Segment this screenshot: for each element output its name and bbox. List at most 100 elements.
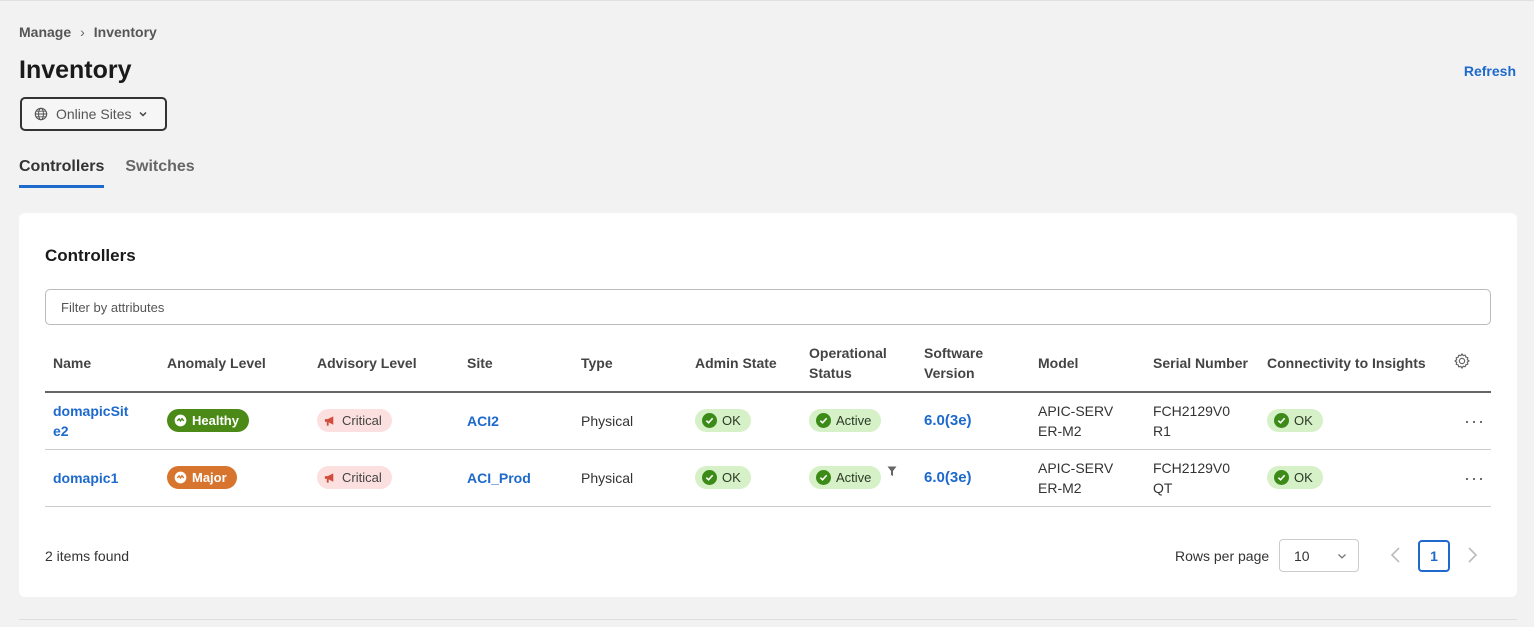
operational-status-cell: Active xyxy=(801,392,916,450)
previous-page-icon[interactable] xyxy=(1389,546,1403,564)
operational-status-label: Active xyxy=(836,412,872,428)
page-title: Inventory xyxy=(19,56,132,84)
advisory-badge-critical: Critical xyxy=(317,409,392,433)
col-anomaly-level[interactable]: Anomaly Level xyxy=(159,335,309,393)
operational-status-badge: Active xyxy=(809,409,882,433)
anomaly-badge-healthy: Healthy xyxy=(167,409,249,433)
chevron-down-icon xyxy=(1338,554,1346,559)
megaphone-icon xyxy=(324,472,334,483)
breadcrumb: Manage › Inventory xyxy=(19,24,157,40)
card-title: Controllers xyxy=(45,246,136,265)
col-advisory-level[interactable]: Advisory Level xyxy=(309,335,459,393)
controller-name-link[interactable]: domapicSit e2 xyxy=(45,392,159,450)
serial-line2: QT xyxy=(1153,479,1173,496)
model-line2: ER-M2 xyxy=(1038,479,1082,496)
col-connectivity[interactable]: Connectivity to Insights xyxy=(1259,335,1439,393)
advisory-cell: Critical xyxy=(309,392,459,450)
check-circle-icon xyxy=(1274,413,1289,429)
connectivity-badge: OK xyxy=(1267,466,1323,489)
site-link[interactable]: ACI_Prod xyxy=(459,449,573,507)
model-line2: ER-M2 xyxy=(1038,422,1082,439)
admin-state-label: OK xyxy=(722,469,741,485)
items-found-count: 2 items found xyxy=(45,548,130,564)
type-cell: Physical xyxy=(573,392,687,450)
col-admin-state[interactable]: Admin State xyxy=(687,335,801,393)
col-model[interactable]: Model xyxy=(1030,335,1145,393)
name-line1: domapicSit xyxy=(53,402,129,419)
tab-controllers[interactable]: Controllers xyxy=(19,158,105,188)
admin-state-badge: OK xyxy=(695,409,751,433)
check-circle-icon xyxy=(1274,470,1289,485)
site-selector-label: Online Sites xyxy=(56,106,132,122)
anomaly-badge-major: Major xyxy=(167,466,237,489)
table-header-row: Name Anomaly Level Advisory Level Site T… xyxy=(45,335,1491,393)
rows-per-page-value: 10 xyxy=(1294,547,1310,564)
rows-per-page-select[interactable]: 10 xyxy=(1279,539,1359,572)
row-actions-menu-icon[interactable]: ··· xyxy=(1439,392,1491,450)
chevron-down-icon xyxy=(139,111,148,117)
admin-state-label: OK xyxy=(722,412,741,428)
row-actions-menu-icon[interactable]: ··· xyxy=(1439,449,1491,507)
rows-per-page-label: Rows per page xyxy=(1175,548,1270,564)
admin-state-cell: OK xyxy=(687,392,801,450)
page-button-current[interactable]: 1 xyxy=(1418,540,1450,572)
tab-switches[interactable]: Switches xyxy=(125,158,194,188)
table-row[interactable]: domapic1 Major Critical ACI_Prod Physica… xyxy=(45,449,1491,507)
name-line2: e2 xyxy=(53,422,69,439)
anomaly-label: Healthy xyxy=(192,412,239,428)
admin-state-cell: OK xyxy=(687,449,801,507)
serial-line1: FCH2129V0 xyxy=(1153,402,1231,419)
megaphone-icon xyxy=(324,416,334,426)
refresh-button[interactable]: Refresh xyxy=(1464,63,1516,79)
software-version-link[interactable]: 6.0(3e) xyxy=(916,449,1030,507)
advisory-label: Critical xyxy=(342,469,382,485)
advisory-cell: Critical xyxy=(309,449,459,507)
breadcrumb-inventory: Inventory xyxy=(93,24,157,40)
healthy-icon xyxy=(174,414,187,427)
serial-cell: FCH2129V0 QT xyxy=(1145,449,1259,507)
check-circle-icon xyxy=(816,470,831,485)
table-row[interactable]: domapicSit e2 Healthy Critical ACI2 Physi… xyxy=(45,392,1491,450)
model-line1: APIC-SERV xyxy=(1038,402,1114,419)
connectivity-label: OK xyxy=(1294,469,1313,485)
column-settings[interactable] xyxy=(1439,335,1491,393)
next-page-icon[interactable] xyxy=(1465,546,1479,564)
admin-state-badge: OK xyxy=(695,466,751,489)
controller-name-link[interactable]: domapic1 xyxy=(45,449,159,507)
connectivity-cell: OK xyxy=(1259,449,1439,507)
operational-status-cell: Active xyxy=(801,449,916,507)
software-version-link[interactable]: 6.0(3e) xyxy=(916,392,1030,450)
check-circle-icon xyxy=(816,413,831,429)
advisory-badge-critical: Critical xyxy=(317,466,392,489)
col-op-status-line1: Operational xyxy=(809,345,887,361)
operational-status-badge: Active xyxy=(809,466,882,489)
bottom-divider xyxy=(19,619,1517,620)
site-selector-dropdown[interactable]: Online Sites xyxy=(20,97,167,131)
filter-input[interactable] xyxy=(45,289,1491,325)
model-line1: APIC-SERV xyxy=(1038,459,1114,476)
breadcrumb-manage[interactable]: Manage xyxy=(19,24,71,40)
col-serial-number[interactable]: Serial Number xyxy=(1145,335,1259,393)
anomaly-cell: Major xyxy=(159,449,309,507)
col-site[interactable]: Site xyxy=(459,335,573,393)
gear-icon[interactable] xyxy=(1453,352,1471,370)
connectivity-label: OK xyxy=(1294,412,1313,428)
controllers-card: Controllers Name Anomaly Level Advisory … xyxy=(19,213,1517,597)
filter-icon[interactable] xyxy=(887,466,897,477)
operational-status-label: Active xyxy=(836,469,872,485)
breadcrumb-separator: › xyxy=(80,24,85,40)
advisory-label: Critical xyxy=(342,412,382,428)
serial-line1: FCH2129V0 xyxy=(1153,459,1231,476)
col-name[interactable]: Name xyxy=(45,335,159,393)
col-operational-status[interactable]: Operational Status xyxy=(801,335,916,393)
col-software-version[interactable]: Software Version xyxy=(916,335,1030,393)
col-type[interactable]: Type xyxy=(573,335,687,393)
anomaly-label: Major xyxy=(192,469,227,485)
tab-bar: Controllers Switches xyxy=(19,158,195,188)
anomaly-cell: Healthy xyxy=(159,392,309,450)
type-cell: Physical xyxy=(573,449,687,507)
site-link[interactable]: ACI2 xyxy=(459,392,573,450)
col-op-status-line2: Status xyxy=(809,365,852,381)
check-circle-icon xyxy=(702,413,717,429)
name-line1: domapic1 xyxy=(53,469,119,486)
